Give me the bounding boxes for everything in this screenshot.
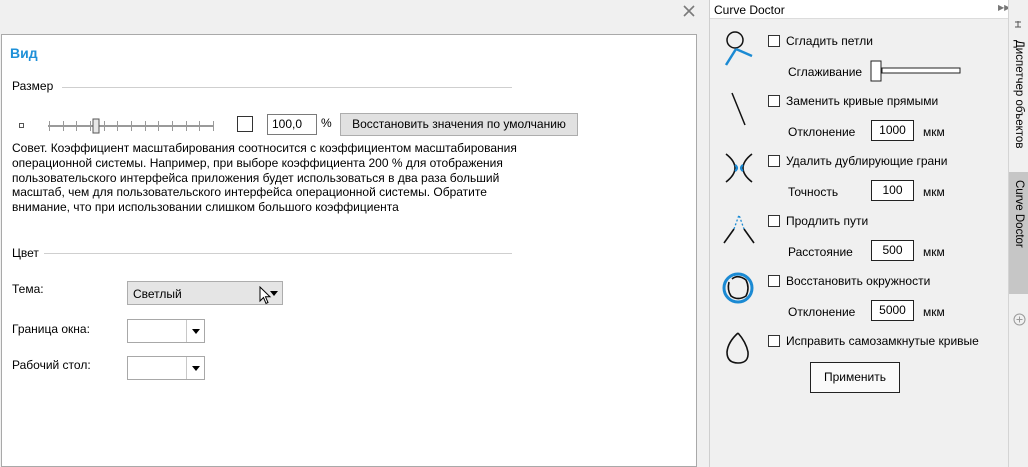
theme-label: Тема: — [12, 282, 44, 296]
extend-paths-label: Продлить пути — [786, 214, 869, 228]
restore-circles-label: Восстановить окружности — [786, 274, 931, 288]
color-group-divider — [44, 253, 512, 254]
replace-deviation-input[interactable]: 1000 — [871, 120, 914, 141]
remove-duplicates-checkbox[interactable] — [768, 155, 780, 167]
options-dialog: Вид Размер 100,0 % Восстановить значения… — [0, 0, 706, 467]
window-border-color-dropdown[interactable] — [127, 319, 205, 343]
fix-self-closed-checkbox[interactable] — [768, 335, 780, 347]
smoothing-slider-thumb[interactable] — [870, 60, 882, 82]
size-group-divider — [62, 87, 512, 88]
color-group-label: Цвет — [12, 246, 39, 260]
theme-selected-value: Светлый — [133, 287, 182, 301]
tab-curve-doctor[interactable]: Curve Doctor — [1009, 172, 1028, 294]
distance-unit: мкм — [923, 245, 945, 259]
smoothing-slider[interactable] — [870, 60, 962, 82]
circle-deviation-unit: мкм — [923, 305, 945, 319]
scale-tip-text: Совет. Коэффициент масштабирования соотн… — [12, 141, 517, 215]
smooth-loops-icon — [724, 31, 753, 66]
circle-deviation-input[interactable]: 5000 — [871, 300, 914, 321]
ui-scale-slider-thumb[interactable] — [92, 118, 100, 134]
extend-paths-icon — [723, 213, 755, 244]
size-group-label: Размер — [12, 79, 54, 93]
ui-scale-input[interactable]: 100,0 — [267, 114, 317, 135]
fix-self-closed-icon — [726, 332, 749, 364]
restore-circles-icon — [722, 272, 754, 304]
docker-title: Curve Doctor — [714, 3, 785, 17]
options-content-panel: Вид Размер 100,0 % Восстановить значения… — [1, 34, 697, 467]
chevron-down-icon[interactable] — [186, 320, 204, 342]
smooth-loops-checkbox[interactable] — [768, 35, 780, 47]
remove-duplicates-icon — [725, 153, 753, 183]
mouse-cursor-icon — [259, 286, 272, 305]
desktop-label: Рабочий стол: — [12, 358, 91, 372]
restore-circles-checkbox[interactable] — [768, 275, 780, 287]
precision-label: Точность — [788, 185, 839, 199]
add-tab-icon[interactable] — [1013, 313, 1026, 326]
remove-duplicates-label: Удалить дублирующие грани — [786, 154, 948, 168]
distance-input[interactable]: 500 — [871, 240, 914, 261]
extend-paths-checkbox[interactable] — [768, 215, 780, 227]
desktop-color-dropdown[interactable] — [127, 356, 205, 380]
close-icon — [683, 5, 695, 17]
replace-curves-icon — [731, 92, 746, 126]
reset-defaults-button[interactable]: Восстановить значения по умолчанию — [340, 113, 578, 136]
distance-label: Расстояние — [788, 245, 853, 259]
scale-checkbox[interactable] — [237, 116, 253, 132]
precision-unit: мкм — [923, 185, 945, 199]
close-button[interactable] — [678, 2, 700, 22]
curve-doctor-docker: Curve Doctor ▶▶ Сгладить петли Сглаживан… — [709, 0, 1010, 467]
replace-deviation-unit: мкм — [923, 125, 945, 139]
tab-object-manager[interactable]: Диспетчер объектов — [1009, 22, 1028, 170]
precision-input[interactable]: 100 — [871, 180, 914, 201]
tab-object-manager-label: Диспетчер объектов — [1013, 40, 1025, 149]
page-title: Вид — [10, 45, 38, 61]
docker-header: Curve Doctor ▶▶ — [710, 0, 1010, 19]
replace-curves-checkbox[interactable] — [768, 95, 780, 107]
replace-deviation-label: Отклонение — [788, 125, 856, 139]
apply-button[interactable]: Применить — [810, 362, 900, 393]
chevron-down-icon[interactable] — [186, 357, 204, 379]
ui-scale-slider[interactable] — [48, 117, 214, 135]
fix-self-closed-label: Исправить самозамкнутые кривые — [786, 334, 979, 348]
smoothing-label: Сглаживание — [788, 65, 863, 79]
replace-curves-label: Заменить кривые прямыми — [786, 94, 939, 108]
percent-label: % — [321, 116, 332, 130]
smooth-loops-label: Сгладить петли — [786, 34, 873, 48]
tab-curve-doctor-label: Curve Doctor — [1013, 180, 1025, 248]
small-scale-icon — [19, 123, 24, 128]
window-border-label: Граница окна: — [12, 322, 90, 336]
circle-deviation-label: Отклонение — [788, 305, 856, 319]
docker-tab-strip: Диспетчер объектов Curve Doctor — [1008, 0, 1028, 467]
